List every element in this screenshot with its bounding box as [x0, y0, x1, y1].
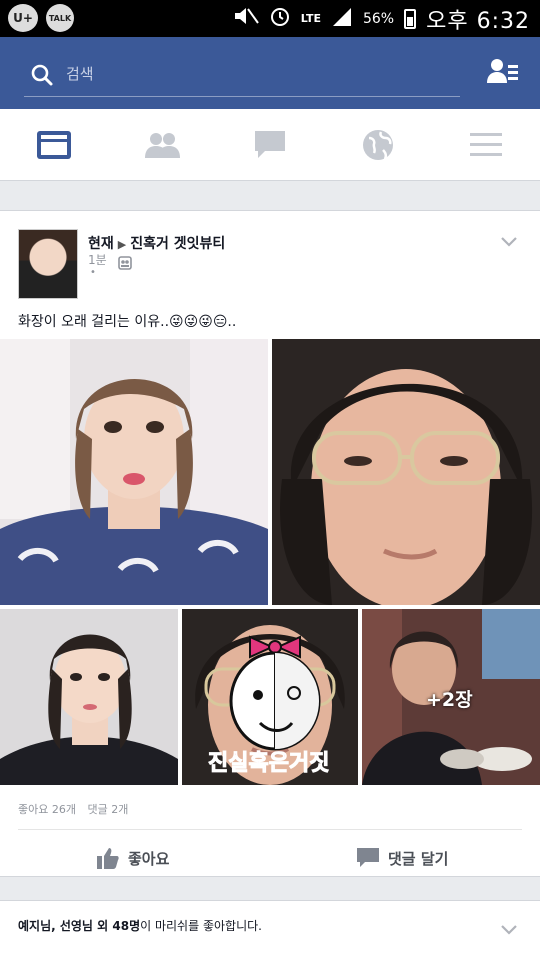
post-photo-3[interactable] [0, 609, 178, 785]
more-photos-count: +2장 [426, 689, 473, 711]
comment-icon [357, 848, 379, 867]
like-button[interactable]: 좋아요 [96, 841, 169, 875]
battery-percent: 56% [362, 10, 395, 27]
chevron-down-icon [501, 237, 517, 247]
activity-names[interactable]: 예지님, 선영님 외 48명 [18, 919, 140, 933]
comment-button[interactable]: 댓글 달기 [356, 841, 448, 875]
feed-activity-item[interactable]: 예지님, 선영님 외 48명이 마리쉬를 좋아합니다. [0, 900, 540, 960]
post-stats[interactable]: 좋아요 26개 댓글 2개 [18, 801, 136, 817]
post-photo-2[interactable] [272, 339, 540, 605]
news-feed-icon [37, 131, 71, 159]
kakaotalk-icon: TALK [46, 4, 74, 32]
comment-count[interactable]: 댓글 2개 [87, 803, 128, 816]
tab-notifications[interactable] [324, 109, 432, 181]
comment-label: 댓글 달기 [388, 849, 449, 868]
tab-news-feed[interactable] [0, 109, 108, 181]
search-input[interactable] [66, 61, 446, 87]
group-name[interactable]: 진혹거 겟잇뷰티 [130, 236, 225, 252]
activity-text: 예지님, 선영님 외 48명이 마리쉬를 좋아합니다. [18, 917, 262, 934]
arrow-right-icon: ▶ [117, 238, 127, 251]
activity-rest: 이 마리쉬를 좋아합니다. [140, 919, 262, 933]
thumbs-up-icon [97, 848, 119, 869]
signal-icon [331, 6, 353, 31]
tab-more[interactable] [432, 109, 540, 181]
post-text: 화장이 오래 걸리는 이유..😜😜😜😑.. [18, 314, 237, 330]
menu-icon [470, 133, 502, 156]
group-privacy-icon [118, 255, 132, 274]
friend-requests-button[interactable] [486, 55, 520, 93]
watermark-text: 진실혹은거짓 [207, 751, 330, 777]
divider [18, 829, 522, 830]
post-options-button[interactable] [500, 233, 518, 252]
alarm-icon [269, 5, 291, 32]
mute-icon [233, 6, 259, 31]
post-photo-5-more[interactable]: +2장 [362, 609, 540, 785]
friends-icon [145, 133, 180, 158]
status-bar: U+ TALK LTE 56% 오후 6:32 [0, 0, 540, 37]
post-card: 현재▶진혹거 겟잇뷰티 1분 • 화장이 오래 걸리는 이유..😜😜😜😑.. [0, 210, 540, 877]
chat-bubble-icon [255, 131, 285, 158]
search-bar[interactable] [24, 53, 460, 97]
friend-list-icon [487, 59, 518, 83]
network-type: LTE [300, 11, 321, 25]
battery-icon [404, 8, 417, 29]
search-icon [31, 64, 53, 86]
post-photo-1[interactable] [0, 339, 268, 605]
tab-friends[interactable] [108, 109, 216, 181]
like-label: 좋아요 [128, 849, 170, 868]
chevron-down-icon [501, 925, 517, 935]
author-avatar[interactable] [18, 229, 78, 299]
globe-icon [363, 130, 393, 160]
separator-dot: • [90, 267, 96, 278]
like-count[interactable]: 좋아요 26개 [18, 803, 76, 816]
app-header [0, 37, 540, 109]
activity-options-button[interactable] [500, 921, 518, 940]
post-time[interactable]: 1분 [88, 251, 107, 268]
tab-bar [0, 109, 540, 181]
photo-collage: +2장 진실혹은거짓 [0, 339, 540, 785]
uplus-app-icon: U+ [8, 4, 38, 32]
post-header-title: 현재 ▶ 진혹거 겟잇뷰티 [88, 233, 225, 253]
clock: 오후 6:32 [426, 8, 530, 34]
author-name[interactable]: 현재 [88, 236, 114, 252]
watermark-logo: 진실혹은거짓 [200, 623, 350, 783]
tab-messages[interactable] [216, 109, 324, 181]
